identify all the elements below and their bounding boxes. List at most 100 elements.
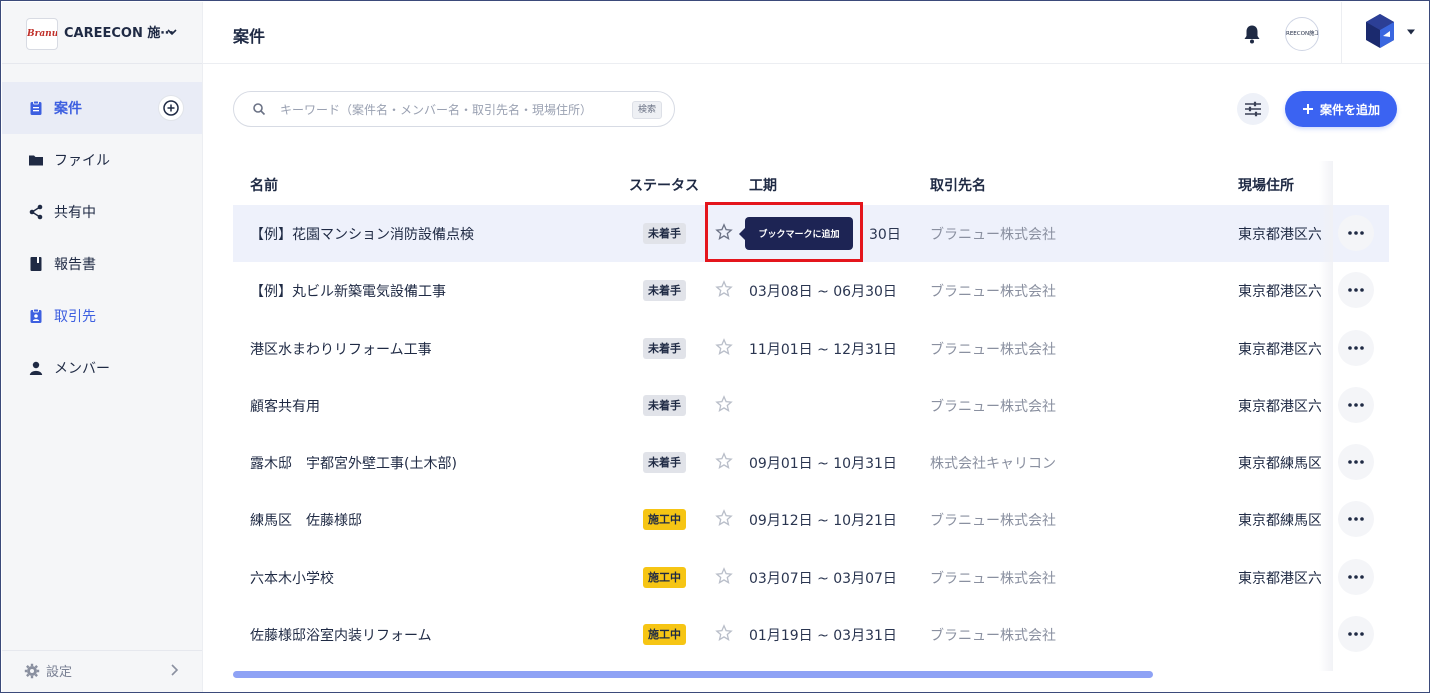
annotation-highlight-box xyxy=(705,202,863,262)
status-badge: 施工中 xyxy=(643,509,686,531)
more-options-button[interactable] xyxy=(1338,444,1374,481)
client-name: ブラニュー株式会社 xyxy=(930,570,1056,587)
more-options-button[interactable] xyxy=(1338,386,1374,423)
settings-label: 設定 xyxy=(46,665,73,680)
status-badge: 未着手 xyxy=(643,223,686,244)
caret-down-icon[interactable] xyxy=(1406,28,1416,36)
sidebar-item-files[interactable]: ファイル xyxy=(2,134,202,186)
client-name: ブラニュー株式会社 xyxy=(930,398,1056,415)
sidebar-item-label: 案件 xyxy=(54,101,82,117)
more-options-button[interactable] xyxy=(1338,501,1374,538)
filter-button[interactable] xyxy=(1237,93,1269,125)
more-options-button[interactable] xyxy=(1338,558,1374,595)
sidebar-item-clients[interactable]: 取引先 xyxy=(2,290,202,342)
sidebar-item-label: 報告書 xyxy=(54,257,96,273)
add-project-primary-button[interactable]: 案件を追加 xyxy=(1285,91,1397,127)
status-badge: 施工中 xyxy=(643,566,686,588)
gear-icon xyxy=(24,663,40,678)
star-outline-icon xyxy=(715,280,733,298)
table-row[interactable]: 港区水まわりリフォーム工事 未着手 11月01日 ~ 12月31日 ブラニュー株… xyxy=(233,320,1389,377)
bookmark-star-button[interactable] xyxy=(713,507,735,529)
table-row[interactable]: 練馬区 佐藤様邸 施工中 09月12日 ~ 10月21日 ブラニュー株式会社 東… xyxy=(233,491,1389,548)
add-project-button[interactable] xyxy=(158,95,184,121)
site-address: 東京都練馬区 xyxy=(1238,456,1321,473)
more-options-button[interactable] xyxy=(1338,215,1374,251)
sidebar-item-members[interactable]: メンバー xyxy=(2,342,202,394)
project-name[interactable]: 顧客共有用 xyxy=(250,396,610,416)
search-input[interactable] xyxy=(280,100,620,120)
bookmark-star-button[interactable] xyxy=(713,336,735,358)
plus-circle-icon xyxy=(163,100,179,116)
project-name[interactable]: 露木邸 宇都宮外壁工事(土木部) xyxy=(250,453,610,473)
table-row[interactable]: 【例】丸ビル新築電気設備工事 未着手 03月08日 ~ 06月30日 ブラニュー… xyxy=(233,262,1389,319)
table-row[interactable]: 六本木小学校 施工中 03月07日 ~ 03月07日 ブラニュー株式会社 東京都… xyxy=(233,549,1389,606)
column-header-client[interactable]: 取引先名 xyxy=(930,175,986,195)
sidebar-item-label: 共有中 xyxy=(54,205,96,221)
client-name: ブラニュー株式会社 xyxy=(930,227,1056,243)
bookmark-star-button[interactable] xyxy=(713,393,735,415)
project-name[interactable]: 【例】丸ビル新築電気設備工事 xyxy=(250,281,610,301)
more-horizontal-icon xyxy=(1348,574,1364,579)
project-name[interactable]: 【例】花園マンション消防設備点検 xyxy=(250,224,610,244)
top-header: 案件 REECON施工 xyxy=(203,2,1429,64)
status-badge: 未着手 xyxy=(643,394,686,416)
status-badge: 未着手 xyxy=(643,337,686,359)
column-header-address[interactable]: 現場住所 xyxy=(1238,175,1294,195)
column-header-period[interactable]: 工期 xyxy=(749,175,777,195)
sidebar-item-projects[interactable]: 案件 xyxy=(2,82,202,134)
sidebar-item-reports[interactable]: 報告書 xyxy=(2,238,202,290)
horizontal-scrollbar[interactable] xyxy=(233,671,1153,678)
project-table-body: 【例】花園マンション消防設備点検 未着手 30日 ブラニュー株式会社 東京都港区… xyxy=(233,205,1389,663)
bookmark-star-button[interactable] xyxy=(713,450,735,472)
table-row[interactable]: 露木邸 宇都宮外壁工事(土木部) 未着手 09月01日 ~ 10月31日 株式会… xyxy=(233,434,1389,491)
more-horizontal-icon xyxy=(1348,345,1364,350)
sliders-icon xyxy=(1245,101,1261,117)
share-icon xyxy=(29,204,43,220)
more-horizontal-icon xyxy=(1348,460,1364,464)
sidebar-item-label: ファイル xyxy=(54,153,110,169)
more-horizontal-icon xyxy=(1348,403,1364,407)
more-horizontal-icon xyxy=(1348,231,1364,235)
bookmark-star-button[interactable] xyxy=(713,278,735,300)
sidebar: Branu CAREECON 施⋯ 案件 ファイル 共有中 報告書 取引先 メン… xyxy=(2,2,203,692)
project-period: 09月12日 ~ 10月21日 xyxy=(749,513,897,530)
search-bar[interactable]: 検索 xyxy=(233,91,675,127)
column-header-name[interactable]: 名前 xyxy=(250,175,278,195)
app-cube-logo[interactable] xyxy=(1363,12,1397,50)
column-header-status[interactable]: ステータス xyxy=(629,175,699,195)
org-name: CAREECON 施⋯ xyxy=(64,26,174,41)
bookmark-star-button[interactable] xyxy=(713,622,735,644)
project-period: 11月01日 ~ 12月31日 xyxy=(749,341,897,358)
more-options-button[interactable] xyxy=(1338,272,1374,309)
bell-icon[interactable] xyxy=(1243,24,1261,44)
more-horizontal-icon xyxy=(1348,632,1364,636)
client-name: ブラニュー株式会社 xyxy=(930,513,1056,530)
project-period: 03月07日 ~ 03月07日 xyxy=(749,570,897,587)
settings-link[interactable]: 設定 xyxy=(2,650,202,690)
project-name[interactable]: 練馬区 佐藤様邸 xyxy=(250,510,610,530)
more-options-button[interactable] xyxy=(1338,329,1374,366)
star-outline-icon xyxy=(715,566,733,584)
bookmark-star-button[interactable] xyxy=(713,565,735,587)
project-name[interactable]: 佐藤様邸浴室内装リフォーム xyxy=(250,625,610,645)
plus-icon xyxy=(1302,104,1313,114)
project-name[interactable]: 六本木小学校 xyxy=(250,568,610,588)
avatar[interactable]: REECON施工 xyxy=(1285,17,1319,51)
table-row[interactable]: 佐藤様邸浴室内装リフォーム 施工中 01月19日 ~ 03月31日 ブラニュー株… xyxy=(233,606,1389,663)
book-icon xyxy=(30,257,42,271)
star-outline-icon xyxy=(715,624,733,642)
header-divider xyxy=(1341,2,1342,64)
table-row[interactable]: 顧客共有用 未着手 ブラニュー株式会社 東京都港区六 xyxy=(233,377,1389,434)
more-options-button[interactable] xyxy=(1338,616,1374,653)
search-icon xyxy=(253,103,266,116)
project-period: 09月01日 ~ 10月31日 xyxy=(749,456,897,473)
org-switcher[interactable]: Branu CAREECON 施⋯ xyxy=(2,2,202,64)
clipboard-icon xyxy=(30,100,42,115)
sidebar-item-shared[interactable]: 共有中 xyxy=(2,186,202,238)
site-address: 東京都港区六 xyxy=(1238,398,1321,415)
sidebar-item-label: メンバー xyxy=(54,361,110,377)
project-name[interactable]: 港区水まわりリフォーム工事 xyxy=(250,339,610,359)
site-address: 東京都港区六 xyxy=(1238,341,1321,358)
chevron-down-icon xyxy=(167,29,177,36)
project-period: 01月19日 ~ 03月31日 xyxy=(749,628,897,645)
